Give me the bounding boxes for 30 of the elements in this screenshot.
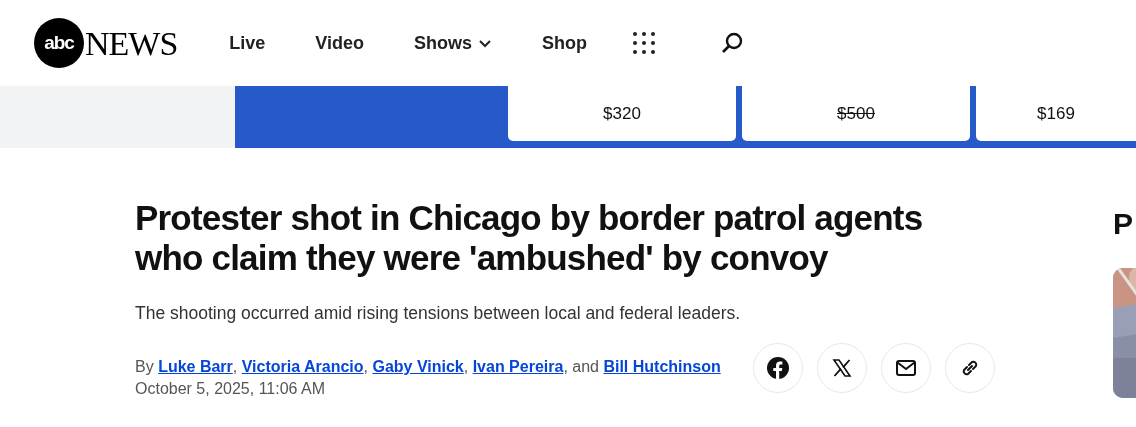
- envelope-icon: [895, 359, 917, 378]
- headline: Protester shot in Chicago by border patrol agents who claim they were 'ambushed' by convoy: [135, 198, 924, 278]
- logo[interactable]: abc NEWS: [34, 17, 178, 69]
- subtitle: The shooting occurred amid rising tensions between local and federal leaders.: [135, 302, 742, 325]
- price: $320: [603, 102, 641, 125]
- share-button[interactable]: [817, 343, 867, 394]
- nav-link[interactable]: Video: [315, 29, 365, 57]
- nav-link[interactable]: Shop: [542, 29, 588, 57]
- nav-dropdown[interactable]: Shows: [414, 29, 493, 57]
- price: $169: [1037, 102, 1075, 125]
- price-card[interactable]: $320: [508, 86, 736, 141]
- x-logo-icon: [832, 358, 852, 379]
- share-button[interactable]: [945, 343, 995, 394]
- share-button[interactable]: [753, 343, 803, 394]
- author-link[interactable]: Bill Hutchinson: [603, 358, 721, 376]
- chevron-down-icon: [478, 38, 493, 48]
- sidebar-heading: P: [1113, 206, 1134, 242]
- price-card[interactable]: $169: [976, 86, 1136, 141]
- nav-link[interactable]: Live: [229, 29, 266, 57]
- grid-menu-icon[interactable]: [632, 30, 657, 56]
- share-button[interactable]: [881, 343, 931, 394]
- author-link[interactable]: Ivan Pereira: [472, 358, 564, 376]
- byline: By Luke Barr, Victoria Arancio, Gaby Vinick, Ivan Pereira, and Bill Hutchinson: [135, 357, 722, 378]
- publish-date: October 5, 2025, 11:06 AM: [135, 379, 327, 400]
- facebook-icon: [766, 356, 790, 381]
- author-link[interactable]: Victoria Arancio: [241, 358, 364, 376]
- price-card[interactable]: $500: [742, 86, 970, 141]
- author-link[interactable]: Gaby Vinick: [372, 358, 464, 376]
- author-link[interactable]: Luke Barr: [158, 358, 233, 376]
- old-price: $500: [837, 102, 875, 125]
